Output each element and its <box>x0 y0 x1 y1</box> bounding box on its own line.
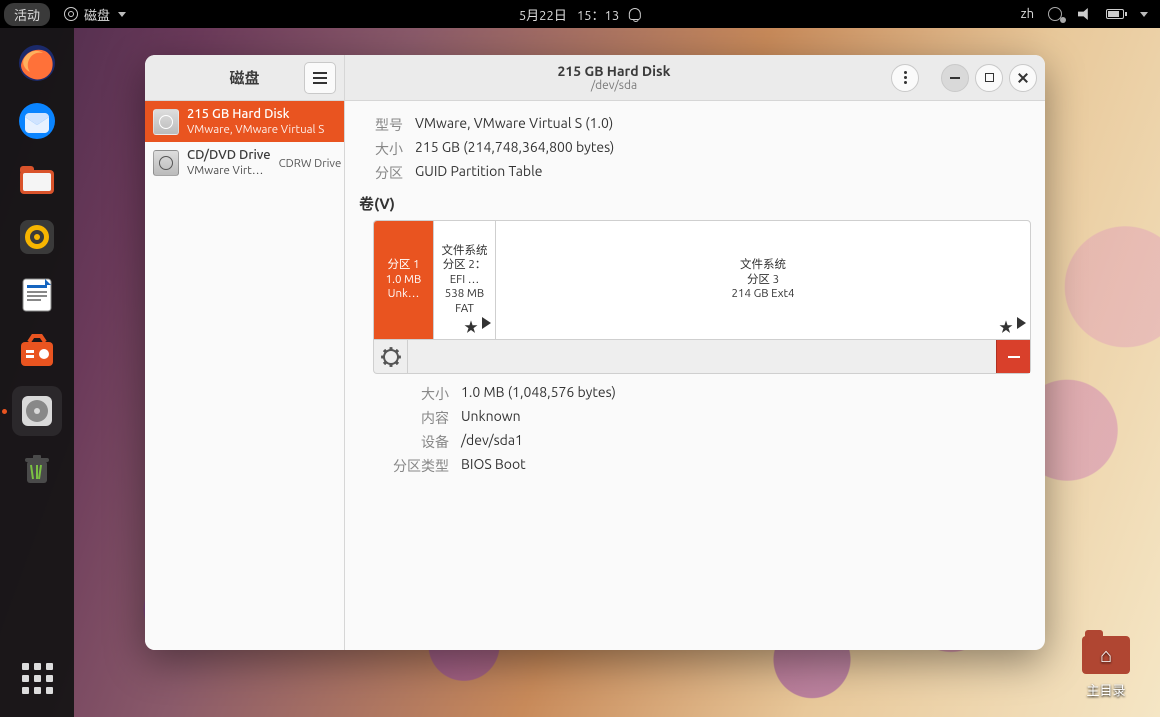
date-label: 5月22日 <box>519 5 567 24</box>
dock-thunderbird[interactable] <box>12 96 62 146</box>
optical-drive-icon <box>153 150 179 176</box>
partition-label: 分区 2：EFI … <box>438 258 491 287</box>
dock-firefox[interactable] <box>12 38 62 88</box>
minimize-button[interactable] <box>941 64 969 92</box>
volume-icon[interactable] <box>1078 8 1092 20</box>
top-bar: 活动 磁盘 5月22日 15：13 zh <box>0 0 1160 28</box>
partition-size: 1.0 MB Unk… <box>378 273 429 302</box>
partition-options-button[interactable] <box>374 340 408 373</box>
volume-map: 分区 1 1.0 MB Unk… 文件系统 分区 2：EFI … 538 MB … <box>373 220 1031 340</box>
partition-size: 538 MB FAT <box>438 287 491 316</box>
sidebar-title: 磁盘 <box>191 67 298 88</box>
window-body: 215 GB Hard Disk VMware, VMware Virtual … <box>145 101 1045 650</box>
label-model: 型号 <box>359 115 403 135</box>
titlebar-right <box>883 55 1045 100</box>
maximize-icon <box>985 73 994 82</box>
close-button[interactable] <box>1009 64 1037 92</box>
dock-disks[interactable] <box>12 386 62 436</box>
delete-partition-button[interactable] <box>996 340 1030 373</box>
value-content: Unknown <box>461 408 521 428</box>
dock-libreoffice-writer[interactable] <box>12 270 62 320</box>
disks-window: 磁盘 215 GB Hard Disk /dev/sda 215 GB Hard… <box>145 55 1045 650</box>
device-name: 215 GB Hard Disk <box>187 107 324 123</box>
label-content: 内容 <box>371 408 449 428</box>
dock-trash[interactable] <box>12 444 62 494</box>
label-ptype: 分区类型 <box>371 456 449 476</box>
device-sidebar: 215 GB Hard Disk VMware, VMware Virtual … <box>145 101 345 650</box>
dock-files[interactable] <box>12 154 62 204</box>
titlebar[interactable]: 磁盘 215 GB Hard Disk /dev/sda <box>145 55 1045 101</box>
network-icon[interactable] <box>1048 7 1064 21</box>
device-name: CD/DVD Drive <box>187 148 271 164</box>
window-subtitle: /dev/sda <box>591 79 637 92</box>
bell-icon <box>629 8 641 20</box>
minimize-icon <box>950 77 960 79</box>
dock <box>0 28 74 717</box>
value-partitioning: GUID Partition Table <box>415 163 542 183</box>
star-icon: ★ <box>464 317 478 337</box>
mount-icon[interactable] <box>1017 317 1026 329</box>
input-method-label[interactable]: zh <box>1021 7 1034 21</box>
volumes-header: 卷(V) <box>359 193 1031 214</box>
system-tray[interactable]: zh <box>1021 7 1160 21</box>
drive-menu-button[interactable] <box>891 64 919 92</box>
device-item-cdrom[interactable]: CD/DVD Drive VMware Virt… CDRW Drive <box>145 142 344 183</box>
close-icon <box>1017 72 1029 84</box>
minus-icon <box>1008 356 1020 358</box>
partition-3[interactable]: 文件系统 分区 3 214 GB Ext4 ★ <box>496 221 1030 339</box>
gear-icon <box>383 349 399 365</box>
device-sub: VMware Virt… <box>187 164 271 178</box>
partition-label: 分区 1 <box>387 258 419 272</box>
label-size: 大小 <box>359 139 403 159</box>
device-sub: VMware, VMware Virtual S <box>187 123 324 137</box>
app-menu[interactable]: 磁盘 <box>64 5 126 24</box>
dots-vertical-icon <box>904 71 907 84</box>
hard-disk-icon <box>153 109 179 135</box>
label-psize: 大小 <box>371 384 449 404</box>
device-sub2: CDRW Drive <box>279 157 342 170</box>
partition-1[interactable]: 分区 1 1.0 MB Unk… <box>374 221 434 339</box>
value-size: 215 GB (214,748,364,800 bytes) <box>415 139 614 159</box>
value-device: /dev/sda1 <box>461 432 523 452</box>
desktop-home-label: 主目录 <box>1082 680 1130 699</box>
mount-icon[interactable] <box>482 317 491 329</box>
partition-fs: 文件系统 <box>442 244 488 258</box>
partition-size: 214 GB Ext4 <box>731 287 794 301</box>
activities-button[interactable]: 活动 <box>4 3 50 26</box>
chevron-down-icon <box>118 12 126 17</box>
titlebar-left: 磁盘 <box>145 55 345 100</box>
maximize-button[interactable] <box>975 64 1003 92</box>
disks-icon <box>64 7 78 21</box>
clock-area[interactable]: 5月22日 15：13 <box>519 5 641 24</box>
folder-icon <box>1082 636 1130 674</box>
label-partitioning: 分区 <box>359 163 403 183</box>
chevron-down-icon <box>1140 12 1148 17</box>
show-applications-button[interactable] <box>12 653 62 703</box>
value-model: VMware, VMware Virtual S (1.0) <box>415 115 613 135</box>
dock-rhythmbox[interactable] <box>12 212 62 262</box>
partition-fs: 文件系统 <box>740 258 786 272</box>
star-icon: ★ <box>999 317 1013 337</box>
volume-toolbar <box>373 340 1031 374</box>
label-device: 设备 <box>371 432 449 452</box>
time-label: 15：13 <box>577 5 619 24</box>
app-menu-label: 磁盘 <box>84 5 110 24</box>
dock-ubuntu-software[interactable] <box>12 328 62 378</box>
value-ptype: BIOS Boot <box>461 456 526 476</box>
partition-label: 分区 3 <box>747 273 779 287</box>
battery-icon[interactable] <box>1106 9 1124 19</box>
desktop-home-folder[interactable]: 主目录 <box>1082 636 1130 699</box>
partition-2[interactable]: 文件系统 分区 2：EFI … 538 MB FAT ★ <box>434 221 496 339</box>
device-item-hard-disk[interactable]: 215 GB Hard Disk VMware, VMware Virtual … <box>145 101 344 142</box>
app-menu-button[interactable] <box>304 62 336 94</box>
partition-details: 大小 1.0 MB (1,048,576 bytes) 内容 Unknown 设备 /… <box>371 384 1031 476</box>
value-psize: 1.0 MB (1,048,576 bytes) <box>461 384 616 404</box>
main-panel: 型号 VMware, VMware Virtual S (1.0) 大小 215 G… <box>345 101 1045 650</box>
window-title: 215 GB Hard Disk <box>558 63 671 79</box>
titlebar-center: 215 GB Hard Disk /dev/sda <box>345 55 883 100</box>
